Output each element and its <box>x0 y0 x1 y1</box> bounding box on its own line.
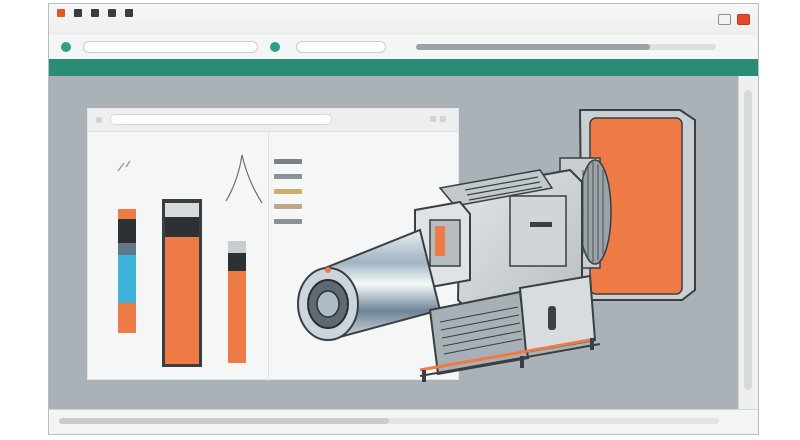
chart-bar-1-top <box>118 209 136 219</box>
minimize-icon[interactable] <box>718 14 731 25</box>
chart-bar-3-dark <box>228 253 246 271</box>
app-icon[interactable] <box>57 9 65 17</box>
teal-dot-icon[interactable] <box>270 42 280 52</box>
zoom-slider[interactable] <box>416 44 716 50</box>
ribbon-bar <box>49 59 758 76</box>
chart-bar-2-light <box>165 203 199 217</box>
scrollbar-thumb[interactable] <box>744 90 752 390</box>
panel-menu-icon[interactable] <box>96 117 102 123</box>
save-icon[interactable] <box>91 9 99 17</box>
status-progress-bar <box>59 418 719 424</box>
undo-icon[interactable] <box>108 9 116 17</box>
chart-bar-1-orange <box>118 303 136 333</box>
address-input[interactable] <box>83 41 258 53</box>
window-controls <box>718 14 750 25</box>
chart-bar-1-dark <box>118 219 136 243</box>
chart-bar-1-cyan <box>118 255 136 303</box>
chart-bar-2-dark <box>165 217 199 237</box>
chart-annotation-icon <box>117 160 131 172</box>
refresh-icon[interactable] <box>61 42 71 52</box>
toolbar <box>49 35 758 60</box>
chart-bar-3-orange <box>228 271 246 363</box>
secondary-input[interactable] <box>296 41 386 53</box>
zoom-slider-fill <box>416 44 650 50</box>
chart-bar-1-bluegray <box>118 243 136 255</box>
machine-illustration <box>297 109 696 382</box>
chart-area <box>88 131 269 381</box>
chart-bar-3-light <box>228 241 246 253</box>
menu-icon[interactable] <box>74 9 82 17</box>
chart-bar-2-orange <box>165 237 199 364</box>
status-progress-fill <box>59 418 389 424</box>
close-icon[interactable] <box>737 14 750 25</box>
title-bar-icons <box>57 9 133 17</box>
chart-line-sketch <box>225 154 263 204</box>
status-bar <box>49 409 758 434</box>
vertical-scrollbar[interactable] <box>738 76 758 412</box>
redo-icon[interactable] <box>125 9 133 17</box>
title-bar <box>49 4 758 36</box>
